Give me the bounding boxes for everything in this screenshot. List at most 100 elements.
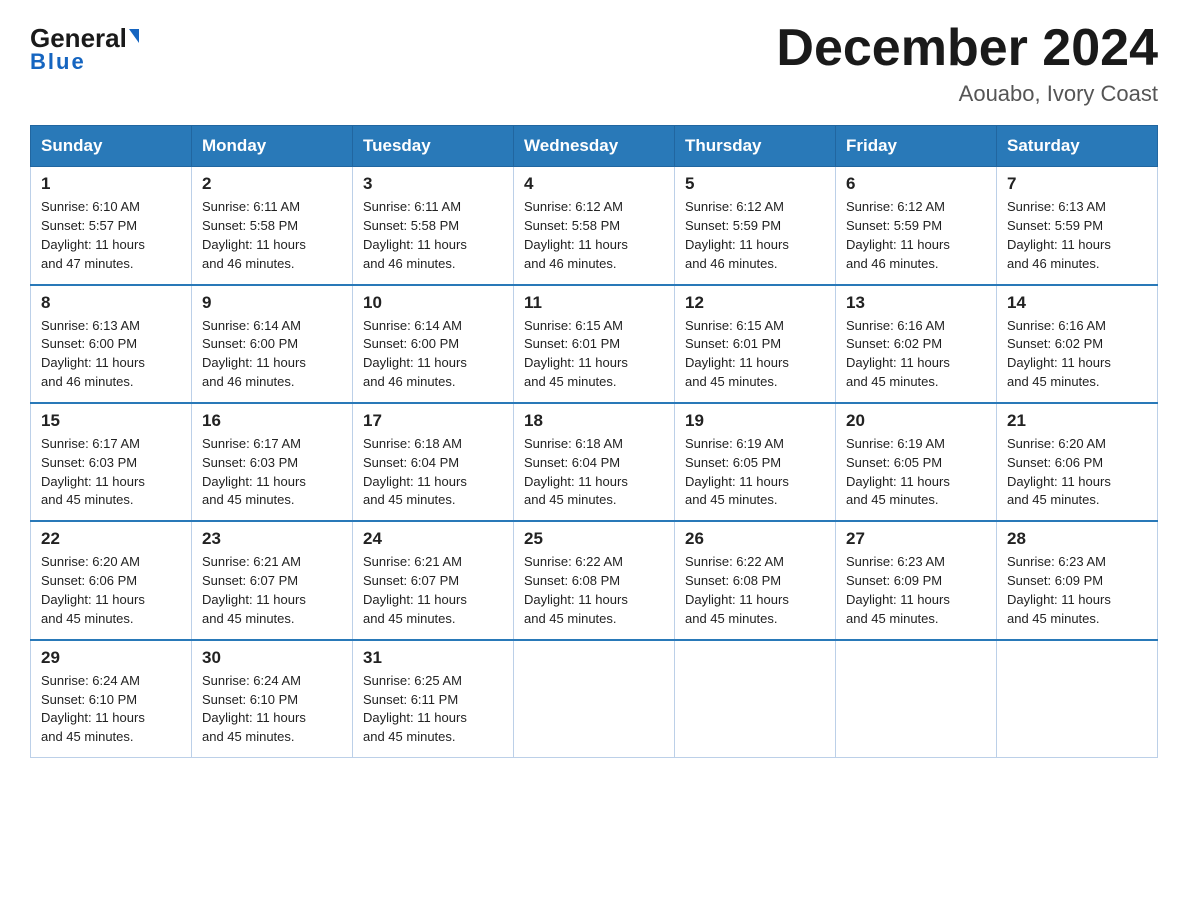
col-wednesday: Wednesday [514, 126, 675, 167]
day-number: 23 [202, 529, 342, 549]
day-number: 9 [202, 293, 342, 313]
day-info: Sunrise: 6:17 AM Sunset: 6:03 PM Dayligh… [41, 435, 181, 510]
day-info: Sunrise: 6:18 AM Sunset: 6:04 PM Dayligh… [363, 435, 503, 510]
day-number: 31 [363, 648, 503, 668]
table-row: 29 Sunrise: 6:24 AM Sunset: 6:10 PM Dayl… [31, 640, 192, 758]
day-number: 20 [846, 411, 986, 431]
day-info: Sunrise: 6:16 AM Sunset: 6:02 PM Dayligh… [1007, 317, 1147, 392]
table-row: 10 Sunrise: 6:14 AM Sunset: 6:00 PM Dayl… [353, 285, 514, 403]
day-number: 7 [1007, 174, 1147, 194]
location-subtitle: Aouabo, Ivory Coast [776, 81, 1158, 107]
day-number: 5 [685, 174, 825, 194]
day-info: Sunrise: 6:10 AM Sunset: 5:57 PM Dayligh… [41, 198, 181, 273]
calendar-week-row: 1 Sunrise: 6:10 AM Sunset: 5:57 PM Dayli… [31, 167, 1158, 285]
day-info: Sunrise: 6:12 AM Sunset: 5:59 PM Dayligh… [685, 198, 825, 273]
table-row: 23 Sunrise: 6:21 AM Sunset: 6:07 PM Dayl… [192, 521, 353, 639]
day-number: 11 [524, 293, 664, 313]
day-info: Sunrise: 6:24 AM Sunset: 6:10 PM Dayligh… [202, 672, 342, 747]
table-row: 7 Sunrise: 6:13 AM Sunset: 5:59 PM Dayli… [997, 167, 1158, 285]
day-info: Sunrise: 6:21 AM Sunset: 6:07 PM Dayligh… [202, 553, 342, 628]
calendar-week-row: 22 Sunrise: 6:20 AM Sunset: 6:06 PM Dayl… [31, 521, 1158, 639]
day-info: Sunrise: 6:14 AM Sunset: 6:00 PM Dayligh… [363, 317, 503, 392]
table-row: 30 Sunrise: 6:24 AM Sunset: 6:10 PM Dayl… [192, 640, 353, 758]
day-info: Sunrise: 6:12 AM Sunset: 5:58 PM Dayligh… [524, 198, 664, 273]
day-number: 16 [202, 411, 342, 431]
day-number: 24 [363, 529, 503, 549]
day-number: 17 [363, 411, 503, 431]
table-row [675, 640, 836, 758]
col-thursday: Thursday [675, 126, 836, 167]
page-header: General Blue December 2024 Aouabo, Ivory… [30, 20, 1158, 107]
day-info: Sunrise: 6:13 AM Sunset: 5:59 PM Dayligh… [1007, 198, 1147, 273]
logo-general: General [30, 25, 127, 51]
col-friday: Friday [836, 126, 997, 167]
day-number: 19 [685, 411, 825, 431]
day-info: Sunrise: 6:14 AM Sunset: 6:00 PM Dayligh… [202, 317, 342, 392]
day-number: 15 [41, 411, 181, 431]
table-row: 26 Sunrise: 6:22 AM Sunset: 6:08 PM Dayl… [675, 521, 836, 639]
day-info: Sunrise: 6:21 AM Sunset: 6:07 PM Dayligh… [363, 553, 503, 628]
day-number: 4 [524, 174, 664, 194]
table-row [836, 640, 997, 758]
table-row: 24 Sunrise: 6:21 AM Sunset: 6:07 PM Dayl… [353, 521, 514, 639]
day-info: Sunrise: 6:15 AM Sunset: 6:01 PM Dayligh… [685, 317, 825, 392]
day-info: Sunrise: 6:18 AM Sunset: 6:04 PM Dayligh… [524, 435, 664, 510]
day-number: 25 [524, 529, 664, 549]
day-number: 13 [846, 293, 986, 313]
table-row: 19 Sunrise: 6:19 AM Sunset: 6:05 PM Dayl… [675, 403, 836, 521]
table-row: 4 Sunrise: 6:12 AM Sunset: 5:58 PM Dayli… [514, 167, 675, 285]
logo-blue: Blue [30, 49, 86, 75]
table-row: 14 Sunrise: 6:16 AM Sunset: 6:02 PM Dayl… [997, 285, 1158, 403]
day-info: Sunrise: 6:19 AM Sunset: 6:05 PM Dayligh… [846, 435, 986, 510]
calendar-week-row: 15 Sunrise: 6:17 AM Sunset: 6:03 PM Dayl… [31, 403, 1158, 521]
logo-triangle-icon [129, 29, 139, 43]
title-area: December 2024 Aouabo, Ivory Coast [776, 20, 1158, 107]
col-tuesday: Tuesday [353, 126, 514, 167]
day-number: 27 [846, 529, 986, 549]
col-monday: Monday [192, 126, 353, 167]
day-number: 22 [41, 529, 181, 549]
day-number: 6 [846, 174, 986, 194]
day-info: Sunrise: 6:17 AM Sunset: 6:03 PM Dayligh… [202, 435, 342, 510]
table-row: 25 Sunrise: 6:22 AM Sunset: 6:08 PM Dayl… [514, 521, 675, 639]
day-info: Sunrise: 6:11 AM Sunset: 5:58 PM Dayligh… [363, 198, 503, 273]
calendar-week-row: 29 Sunrise: 6:24 AM Sunset: 6:10 PM Dayl… [31, 640, 1158, 758]
table-row: 13 Sunrise: 6:16 AM Sunset: 6:02 PM Dayl… [836, 285, 997, 403]
day-info: Sunrise: 6:25 AM Sunset: 6:11 PM Dayligh… [363, 672, 503, 747]
day-number: 12 [685, 293, 825, 313]
table-row: 17 Sunrise: 6:18 AM Sunset: 6:04 PM Dayl… [353, 403, 514, 521]
day-number: 2 [202, 174, 342, 194]
day-number: 30 [202, 648, 342, 668]
table-row: 5 Sunrise: 6:12 AM Sunset: 5:59 PM Dayli… [675, 167, 836, 285]
table-row: 6 Sunrise: 6:12 AM Sunset: 5:59 PM Dayli… [836, 167, 997, 285]
day-number: 10 [363, 293, 503, 313]
table-row: 9 Sunrise: 6:14 AM Sunset: 6:00 PM Dayli… [192, 285, 353, 403]
table-row [514, 640, 675, 758]
day-info: Sunrise: 6:23 AM Sunset: 6:09 PM Dayligh… [846, 553, 986, 628]
table-row: 20 Sunrise: 6:19 AM Sunset: 6:05 PM Dayl… [836, 403, 997, 521]
col-saturday: Saturday [997, 126, 1158, 167]
col-sunday: Sunday [31, 126, 192, 167]
day-info: Sunrise: 6:16 AM Sunset: 6:02 PM Dayligh… [846, 317, 986, 392]
day-info: Sunrise: 6:15 AM Sunset: 6:01 PM Dayligh… [524, 317, 664, 392]
day-number: 3 [363, 174, 503, 194]
table-row: 1 Sunrise: 6:10 AM Sunset: 5:57 PM Dayli… [31, 167, 192, 285]
table-row: 27 Sunrise: 6:23 AM Sunset: 6:09 PM Dayl… [836, 521, 997, 639]
table-row: 15 Sunrise: 6:17 AM Sunset: 6:03 PM Dayl… [31, 403, 192, 521]
calendar-week-row: 8 Sunrise: 6:13 AM Sunset: 6:00 PM Dayli… [31, 285, 1158, 403]
day-info: Sunrise: 6:22 AM Sunset: 6:08 PM Dayligh… [685, 553, 825, 628]
day-info: Sunrise: 6:11 AM Sunset: 5:58 PM Dayligh… [202, 198, 342, 273]
table-row: 28 Sunrise: 6:23 AM Sunset: 6:09 PM Dayl… [997, 521, 1158, 639]
table-row: 2 Sunrise: 6:11 AM Sunset: 5:58 PM Dayli… [192, 167, 353, 285]
table-row: 12 Sunrise: 6:15 AM Sunset: 6:01 PM Dayl… [675, 285, 836, 403]
table-row: 8 Sunrise: 6:13 AM Sunset: 6:00 PM Dayli… [31, 285, 192, 403]
logo: General Blue [30, 25, 139, 75]
day-info: Sunrise: 6:24 AM Sunset: 6:10 PM Dayligh… [41, 672, 181, 747]
table-row [997, 640, 1158, 758]
table-row: 21 Sunrise: 6:20 AM Sunset: 6:06 PM Dayl… [997, 403, 1158, 521]
day-number: 21 [1007, 411, 1147, 431]
calendar-header-row: Sunday Monday Tuesday Wednesday Thursday… [31, 126, 1158, 167]
day-number: 18 [524, 411, 664, 431]
day-info: Sunrise: 6:22 AM Sunset: 6:08 PM Dayligh… [524, 553, 664, 628]
day-info: Sunrise: 6:13 AM Sunset: 6:00 PM Dayligh… [41, 317, 181, 392]
